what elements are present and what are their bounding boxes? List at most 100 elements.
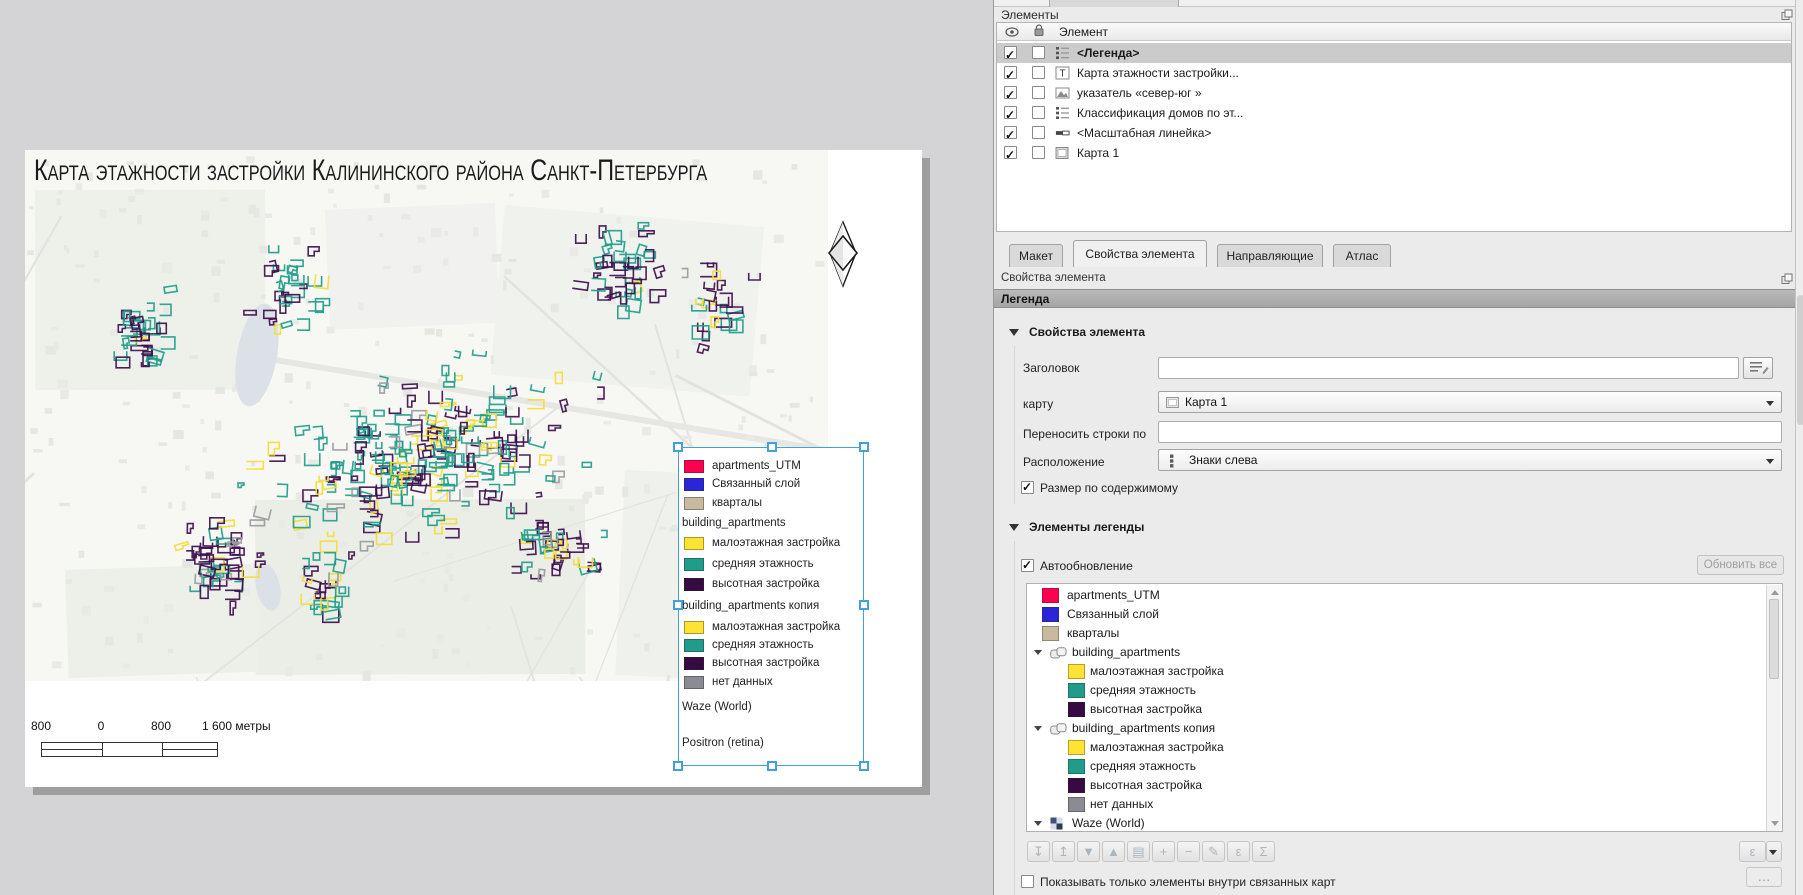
dock-tab[interactable] [1049,0,1179,7]
selection-handle[interactable] [859,761,869,771]
groupbox-frame [1014,346,1015,504]
expand-arrow-icon[interactable] [1034,821,1042,826]
section-main-title[interactable]: Свойства элемента [1029,325,1145,339]
layout-item-row[interactable]: указатель «север-юг » [997,83,1791,103]
resize-to-contents-checkbox[interactable] [1021,481,1034,494]
legend-tree-row[interactable]: малоэтажная застройка [1027,738,1762,757]
layout-item-row[interactable]: T Карта этажности застройки... [997,63,1791,83]
collapse-arrow-icon[interactable] [1009,524,1019,531]
selection-handle[interactable] [767,442,777,452]
selection-handle[interactable] [767,761,777,771]
detach-panel-icon[interactable] [1781,9,1793,21]
remove-item-button[interactable]: − [1177,841,1200,862]
layout-page[interactable]: Карта этажности застройки Калининского р… [25,150,922,787]
selection-handle[interactable] [859,442,869,452]
visibility-checkbox[interactable] [1004,86,1017,99]
panel-scrollbar[interactable] [1795,0,1803,895]
legend-group-label: building_apartments копия [679,599,863,615]
legend-tree-row[interactable]: высотная застройка [1027,700,1762,719]
scale-bar[interactable]: 800 0 800 1 600 метры [25,715,345,765]
move-down-button[interactable]: ▼ [1077,841,1100,862]
sort-down-button[interactable]: ↧ [1027,841,1050,862]
selection-handle[interactable] [673,600,683,610]
legend-tree-row[interactable]: высотная застройка [1027,776,1762,795]
scalebar-midline [42,749,102,750]
layout-item-row[interactable]: <Масштабная линейка> [997,123,1791,143]
data-defined-button[interactable] [1743,357,1773,379]
selection-handle[interactable] [673,761,683,771]
legend-icon [1055,46,1070,60]
scroll-down-icon[interactable] [1771,821,1779,826]
move-up-button[interactable]: ▲ [1102,841,1125,862]
add-item-button[interactable]: + [1152,841,1175,862]
legend-tree-row[interactable]: средняя этажность [1027,757,1762,776]
layout-item-row[interactable]: <Легенда> [997,43,1791,63]
legend-tree-row[interactable]: нет данных [1027,795,1762,814]
sort-up-button[interactable]: ↥ [1052,841,1075,862]
tab-layout[interactable]: Макет [1009,244,1063,267]
legend-tree-raster-row[interactable]: Waze (World) [1027,814,1762,833]
more-options-button[interactable]: … [1746,867,1782,887]
chevron-down-icon [1766,401,1774,406]
lock-checkbox[interactable] [1032,106,1045,119]
auto-update-checkbox[interactable] [1021,559,1034,572]
visibility-checkbox[interactable] [1004,66,1017,79]
lock-checkbox[interactable] [1032,86,1045,99]
layout-item-row[interactable]: Карта 1 [997,143,1791,163]
map-select[interactable]: Карта 1 [1158,391,1782,413]
list-scrollbar[interactable] [1766,585,1781,831]
lock-checkbox[interactable] [1032,146,1045,159]
filter-by-map-checkbox[interactable] [1021,875,1034,888]
edit-item-button[interactable]: ✎ [1202,841,1225,862]
raster-layer-icon [1050,817,1063,830]
collapse-arrow-icon[interactable] [1009,329,1019,336]
visibility-checkbox[interactable] [1004,146,1017,159]
tab-guides[interactable]: Направляющие [1217,244,1323,267]
legend-tree-row[interactable]: apartments_UTM [1027,586,1762,605]
legend-tree-row[interactable]: средняя этажность [1027,681,1762,700]
scrollbar-thumb[interactable] [1797,295,1803,425]
legend-entry: apartments_UTM [679,459,863,475]
tab-item-properties[interactable]: Свойства элемента [1073,240,1207,267]
selection-handle[interactable] [673,442,683,452]
sum-button[interactable]: Σ [1252,841,1275,862]
lock-checkbox[interactable] [1032,46,1045,59]
legend-tree-group-row[interactable]: building_apartments копия [1027,719,1762,738]
wrap-lines-input[interactable] [1158,421,1782,443]
scrollbar-thumb[interactable] [1769,599,1779,679]
visibility-checkbox[interactable] [1004,106,1017,119]
scroll-up-icon[interactable] [1771,590,1779,595]
legend-title-input[interactable] [1158,357,1739,379]
layout-canvas[interactable]: Карта этажности застройки Калининского р… [0,0,993,895]
legend-tree-row[interactable]: малоэтажная застройка [1027,662,1762,681]
layout-items-tree[interactable]: Элемент <Легенда> T Карта этажности заст… [996,22,1792,232]
visibility-checkbox[interactable] [1004,126,1017,139]
legend-swatch [684,497,704,510]
update-all-button[interactable]: Обновить все [1697,555,1784,575]
filter-expression-button[interactable]: ε [1739,841,1766,862]
lock-checkbox[interactable] [1032,66,1045,79]
expand-arrow-icon[interactable] [1034,726,1042,731]
expand-arrow-icon[interactable] [1034,650,1042,655]
legend-group-label: Waze (World) [679,700,863,716]
filter-dropdown-button[interactable] [1766,841,1782,862]
lock-checkbox[interactable] [1032,126,1045,139]
legend-tree-row[interactable]: кварталы [1027,624,1762,643]
legend-items-list[interactable]: apartments_UTM Связанный слой кварталы b… [1026,583,1783,832]
paste-style-button[interactable]: ▤ [1127,841,1150,862]
legend-entry: малоэтажная застройка [679,536,863,552]
selection-handle[interactable] [859,600,869,610]
arrangement-select[interactable]: Знаки слева [1158,449,1782,471]
north-arrow[interactable] [826,220,860,288]
legend-tree-group-row[interactable]: building_apartments [1027,643,1762,662]
layout-item-row[interactable]: Классификация домов по эт... [997,103,1791,123]
legend-element[interactable]: apartments_UTM Связанный слой кварталы b… [678,447,864,766]
tab-atlas[interactable]: Атлас [1333,244,1391,267]
detach-panel-icon[interactable] [1781,273,1793,285]
map-icon [1166,397,1179,409]
map-title[interactable]: Карта этажности застройки Калининского р… [34,154,707,188]
legend-tree-row[interactable]: Связанный слой [1027,605,1762,624]
visibility-checkbox[interactable] [1004,46,1017,59]
section-items-title[interactable]: Элементы легенды [1029,520,1144,534]
expression-button[interactable]: ε [1227,841,1250,862]
